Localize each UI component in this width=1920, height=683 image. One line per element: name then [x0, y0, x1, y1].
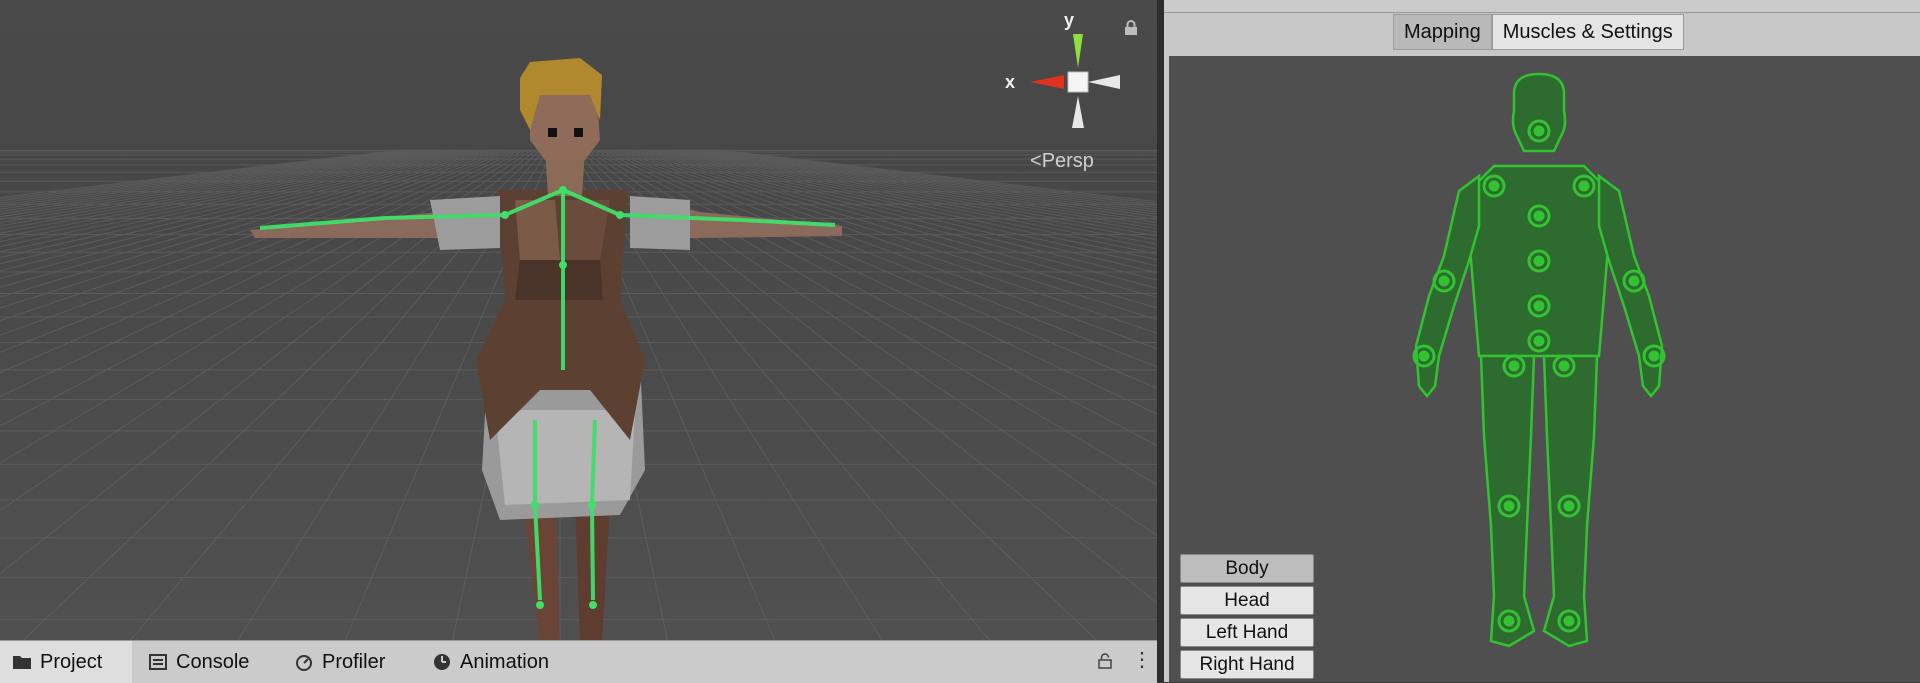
- avatar-joint-dot: [1563, 615, 1575, 627]
- scene-view[interactable]: y x <Persp: [0, 0, 1157, 640]
- avatar-joint-dot: [1558, 360, 1570, 372]
- avatar-joint-dot: [1533, 255, 1545, 267]
- avatar-joint-dot: [1503, 500, 1515, 512]
- animation-icon: [434, 654, 450, 670]
- projection-label: Persp: [1041, 150, 1094, 172]
- folder-icon: [13, 656, 31, 669]
- tab-animation[interactable]: Animation: [432, 641, 549, 683]
- projection-toggle[interactable]: <Persp: [1030, 150, 1094, 173]
- tab-mapping[interactable]: Mapping: [1393, 14, 1492, 50]
- tab-project[interactable]: Project: [0, 641, 132, 683]
- tab-profiler-label: Profiler: [322, 651, 386, 673]
- tab-muscles-settings[interactable]: Muscles & Settings: [1491, 14, 1684, 50]
- avatar-mapping-view: Body Head Left Hand Right Hand: [1169, 56, 1920, 682]
- inspector-topbar: [1164, 0, 1920, 13]
- head-button[interactable]: Head: [1180, 586, 1314, 615]
- more-options-icon[interactable]: ⋮: [1132, 647, 1152, 672]
- body-part-buttons: Body Head Left Hand Right Hand: [1180, 554, 1314, 682]
- console-icon: [149, 654, 167, 670]
- avatar-joint-dot: [1578, 180, 1590, 192]
- tab-animation-label: Animation: [460, 651, 549, 673]
- avatar-tabs: Mapping Muscles & Settings: [1393, 14, 1684, 50]
- body-button[interactable]: Body: [1180, 554, 1314, 583]
- bottom-tab-bar: Project Console Profiler Animation ⋮: [0, 640, 1157, 683]
- avatar-inspector: Mapping Muscles & Settings Body Head Lef…: [1164, 0, 1920, 682]
- avatar-joint-dot: [1533, 125, 1545, 137]
- avatar-joint-dot: [1648, 350, 1660, 362]
- avatar-joint-dot: [1533, 335, 1545, 347]
- panel-splitter[interactable]: [1157, 0, 1164, 682]
- axis-x-label: x: [1005, 72, 1016, 92]
- tab-profiler[interactable]: Profiler: [294, 641, 385, 683]
- avatar-joint-dot: [1533, 210, 1545, 222]
- left-hand-button[interactable]: Left Hand: [1180, 618, 1314, 647]
- avatar-joint-dot: [1628, 275, 1640, 287]
- lock-icon[interactable]: [1124, 20, 1138, 36]
- right-hand-button[interactable]: Right Hand: [1180, 650, 1314, 679]
- profiler-icon: [296, 655, 312, 671]
- lock-icon[interactable]: [1098, 653, 1112, 669]
- character-model: [250, 58, 842, 640]
- axis-y-label: y: [1064, 10, 1075, 30]
- avatar-joint-dot: [1503, 615, 1515, 627]
- orientation-gizmo[interactable]: [1020, 20, 1130, 130]
- avatar-joint-dot: [1563, 500, 1575, 512]
- avatar-joint-dot: [1508, 360, 1520, 372]
- chevron-left-icon: <: [1030, 150, 1042, 172]
- avatar-joint-dot: [1488, 180, 1500, 192]
- avatar-joint-dot: [1438, 275, 1450, 287]
- tab-project-label: Project: [40, 651, 103, 673]
- tab-console[interactable]: Console: [148, 641, 249, 683]
- avatar-joint-dot: [1533, 300, 1545, 312]
- avatar-joint-dot: [1418, 350, 1430, 362]
- tab-console-label: Console: [176, 651, 250, 673]
